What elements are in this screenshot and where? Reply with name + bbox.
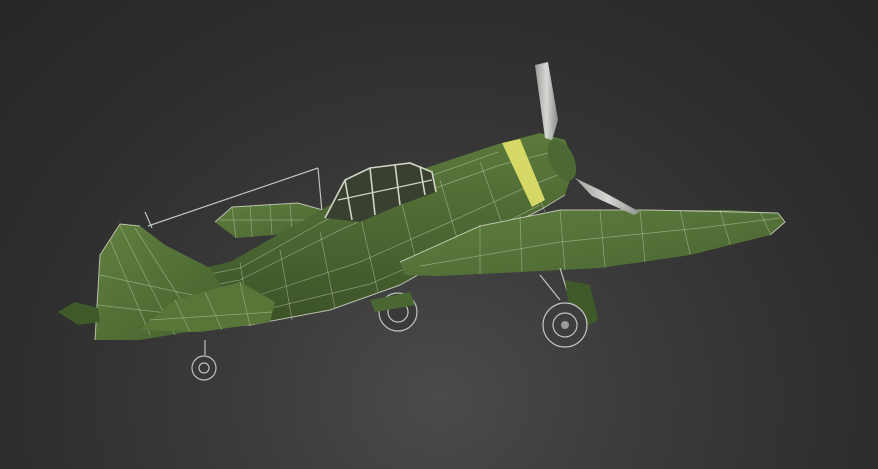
3d-viewport[interactable]	[0, 0, 878, 469]
aircraft-wireframe-model[interactable]	[0, 0, 878, 469]
tail-wheel	[191, 340, 217, 381]
